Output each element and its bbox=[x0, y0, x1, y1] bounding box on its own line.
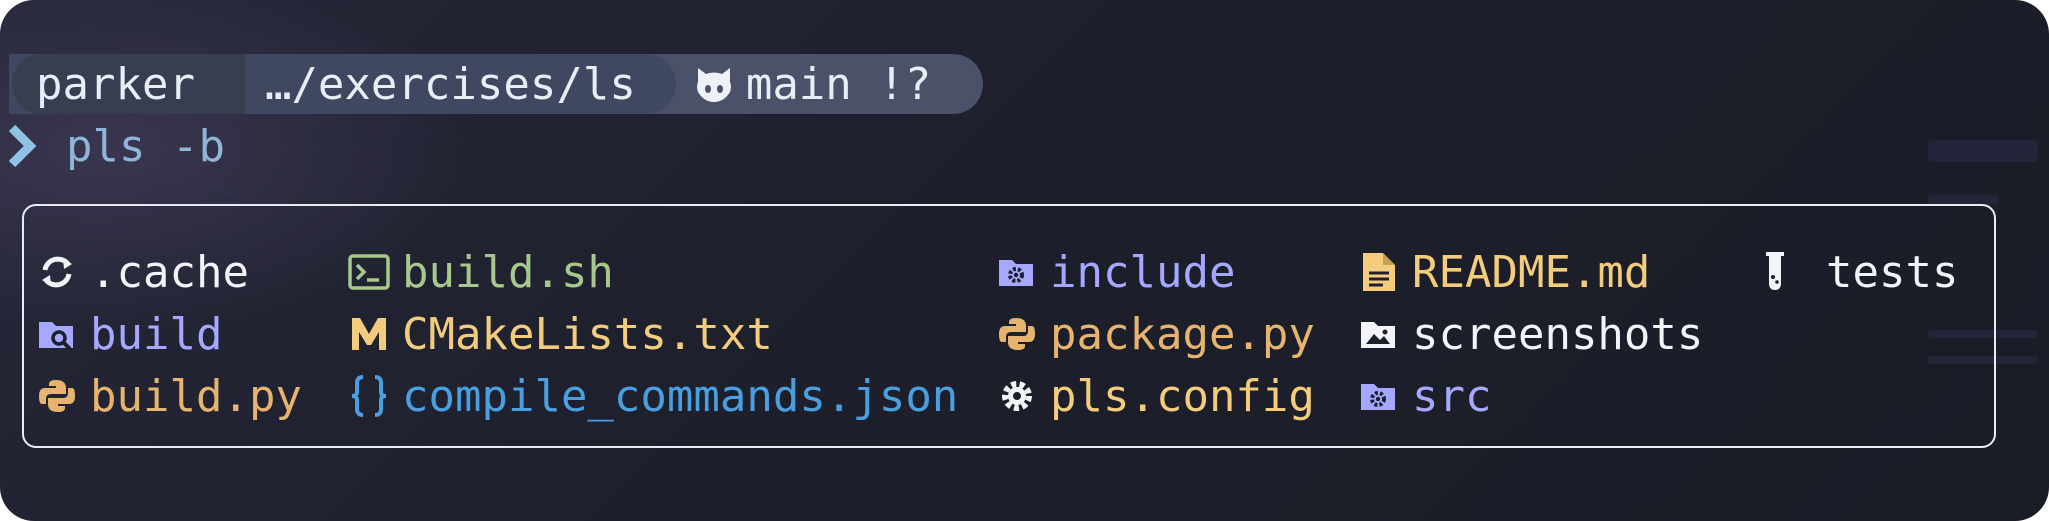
background-blur bbox=[120, 188, 250, 195]
prompt-user-label: parker bbox=[36, 58, 195, 110]
command-line[interactable]: pls -b bbox=[8, 118, 225, 174]
python-icon bbox=[36, 375, 78, 417]
gear-icon bbox=[996, 375, 1038, 417]
chevron-right-icon bbox=[8, 124, 38, 168]
entry-name: README.md bbox=[1412, 246, 1651, 298]
entry-name: CMakeLists.txt bbox=[402, 308, 773, 360]
terminal-icon bbox=[348, 251, 390, 293]
entry-name: build.sh bbox=[402, 246, 614, 298]
list-item[interactable]: CMakeLists.txt bbox=[348, 306, 773, 362]
command-text: pls -b bbox=[66, 120, 225, 172]
file-listing: .cache build build.py build.sh CMakeList… bbox=[22, 204, 1996, 448]
test-tube-icon bbox=[1754, 251, 1796, 293]
list-item[interactable]: build.py bbox=[36, 368, 302, 424]
prompt-bar: parker …/exercises/ls main !? 17:21 bbox=[8, 54, 1244, 114]
list-item[interactable]: tests bbox=[1754, 244, 1958, 300]
github-icon bbox=[692, 62, 736, 106]
entry-name: package.py bbox=[1050, 308, 1315, 360]
document-icon bbox=[1358, 251, 1400, 293]
list-item[interactable]: screenshots bbox=[1358, 306, 1703, 362]
list-item[interactable]: build bbox=[36, 306, 222, 362]
background-blur bbox=[1928, 140, 2038, 162]
terminal-window: parker …/exercises/ls main !? 17:21 pls … bbox=[0, 0, 2049, 521]
entry-name: screenshots bbox=[1412, 308, 1704, 360]
entry-name: pls.config bbox=[1050, 370, 1315, 422]
folder-image-icon bbox=[1358, 313, 1400, 355]
prompt-path-label: …/exercises/ls bbox=[264, 58, 636, 110]
prompt-user: parker bbox=[12, 54, 245, 114]
list-item[interactable]: README.md bbox=[1358, 244, 1650, 300]
folder-gear-icon bbox=[1358, 375, 1400, 417]
entry-name: .cache bbox=[90, 246, 249, 298]
list-item[interactable]: package.py bbox=[996, 306, 1315, 362]
entry-name: tests bbox=[1826, 246, 1959, 298]
prompt-time: 17:21 bbox=[983, 54, 1244, 114]
prompt-time-label: 17:21 bbox=[1057, 58, 1190, 110]
cmake-icon bbox=[348, 313, 390, 355]
entry-name: compile_commands.json bbox=[402, 370, 959, 422]
list-item[interactable]: compile_commands.json bbox=[348, 368, 958, 424]
entry-name: include bbox=[1050, 246, 1236, 298]
list-item[interactable]: pls.config bbox=[996, 368, 1315, 424]
json-braces-icon bbox=[348, 375, 390, 417]
prompt-git: main !? bbox=[645, 54, 984, 114]
git-branch-label: main !? bbox=[745, 58, 932, 110]
list-item[interactable]: build.sh bbox=[348, 244, 614, 300]
sync-icon bbox=[36, 251, 78, 293]
list-item[interactable]: include bbox=[996, 244, 1235, 300]
folder-search-icon bbox=[36, 313, 78, 355]
list-item[interactable]: .cache bbox=[36, 244, 249, 300]
folder-gear-icon bbox=[996, 251, 1038, 293]
entry-name: build.py bbox=[90, 370, 302, 422]
list-item[interactable]: src bbox=[1358, 368, 1491, 424]
python-icon bbox=[996, 313, 1038, 355]
entry-name: src bbox=[1412, 370, 1492, 422]
entry-name: build bbox=[90, 308, 223, 360]
